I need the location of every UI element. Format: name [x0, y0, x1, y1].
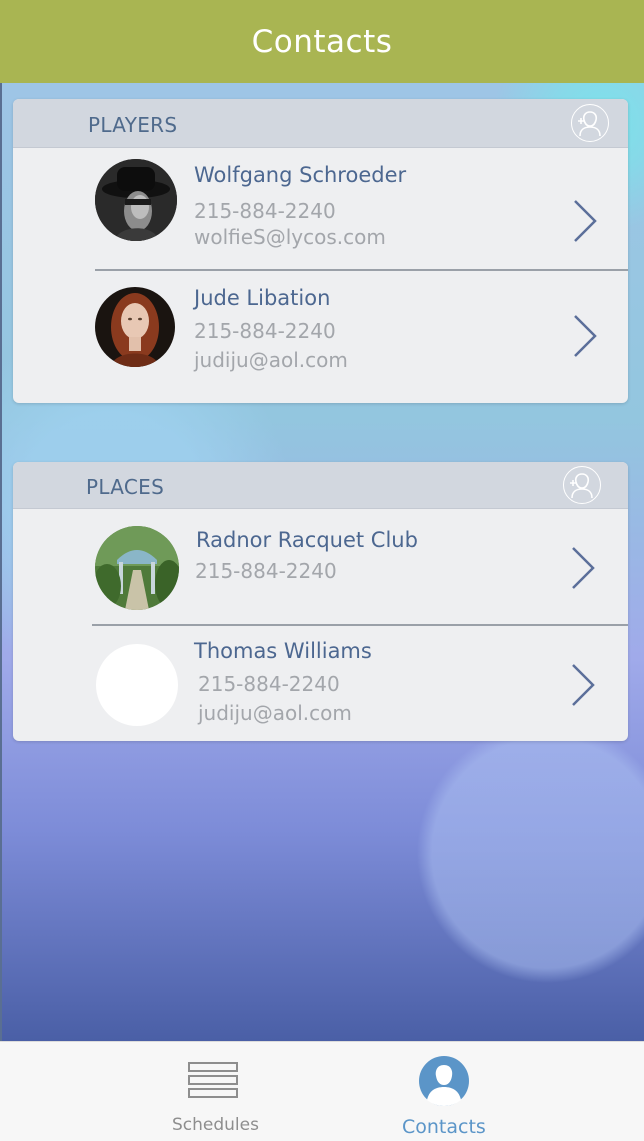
contact-phone: 215-884-2240: [198, 672, 340, 696]
red-haired-woman-photo: [95, 287, 175, 367]
tab-contacts[interactable]: Contacts: [370, 1042, 520, 1141]
places-section-title: PLACES: [86, 475, 165, 499]
avatar: [95, 159, 177, 241]
contact-row[interactable]: Radnor Racquet Club 215-884-2240: [13, 509, 628, 626]
add-contact-icon: [578, 111, 601, 137]
contact-name: Jude Libation: [194, 286, 331, 310]
contact-name: Wolfgang Schroeder: [194, 163, 407, 187]
contact-name: Thomas Williams: [194, 639, 372, 663]
nav-header: Contacts: [0, 0, 644, 83]
page-title: Contacts: [251, 23, 393, 60]
chevron-right-icon: [574, 200, 597, 242]
chevron-right-icon: [572, 547, 595, 589]
contact-row[interactable]: Jude Libation 215-884-2240 judiju@aol.co…: [13, 271, 628, 403]
places-section-header: PLACES: [13, 462, 628, 509]
contact-phone: 215-884-2240: [194, 199, 336, 223]
add-contact-icon: [570, 473, 593, 499]
contact-email: wolfieS@lycos.com: [194, 225, 386, 249]
contact-email: judiju@aol.com: [198, 701, 352, 725]
list-icon: [188, 1062, 238, 1098]
add-place-button[interactable]: [563, 466, 601, 504]
places-card: PLACES Radnor Racquet Club 215-884-2240 …: [13, 462, 628, 741]
tab-bar: Schedules Contacts: [0, 1041, 644, 1141]
contact-email: judiju@aol.com: [194, 348, 348, 372]
avatar: [95, 526, 179, 610]
blank-white-avatar: [96, 644, 178, 726]
add-player-button[interactable]: [571, 104, 609, 142]
contact-row[interactable]: Wolfgang Schroeder 215-884-2240 wolfieS@…: [13, 148, 628, 271]
man-in-hat-photo: [95, 159, 177, 241]
contact-phone: 215-884-2240: [194, 319, 336, 343]
chevron-right-icon: [574, 315, 597, 357]
tab-schedules[interactable]: Schedules: [140, 1042, 290, 1141]
players-section-title: PLAYERS: [88, 113, 178, 137]
contact-phone: 215-884-2240: [195, 559, 337, 583]
tab-label: Schedules: [172, 1115, 259, 1135]
contact-name: Radnor Racquet Club: [196, 528, 418, 552]
avatar: [95, 287, 175, 367]
person-icon: [419, 1056, 469, 1106]
chevron-right-icon: [572, 664, 595, 706]
players-section-header: PLAYERS: [13, 99, 628, 148]
players-card: PLAYERS Wolfgang Schroeder 215-884-2240 …: [13, 99, 628, 403]
tab-label: Contacts: [402, 1116, 486, 1138]
contact-row[interactable]: Thomas Williams 215-884-2240 judiju@aol.…: [13, 626, 628, 741]
garden-archway-photo: [95, 526, 179, 610]
